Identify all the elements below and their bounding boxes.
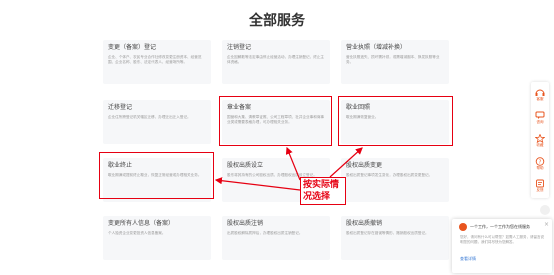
annotation-label: 按实际情况选择 xyxy=(300,177,346,205)
avatar xyxy=(459,223,467,231)
card-title: 歇业终止 xyxy=(108,162,133,169)
service-card-pledge-cancel[interactable]: 股权出质注销 出质股权解除质押后，办理股权出质注销登记。 xyxy=(222,216,330,260)
feedback-icon xyxy=(536,179,544,188)
card-desc: 营业执照遗失、损坏需补领，或需增减副本、换发执照等业务。 xyxy=(346,55,440,64)
service-card-owner-info[interactable]: 变更所有人信息（备案） 个人独资企业变更投资人信息备案。 xyxy=(103,216,211,260)
service-card-pledge-change[interactable]: 股权出质变更 股权出质登记事项发生变化，办理股权出质变更登记。 xyxy=(341,158,449,202)
sidebar-item-help[interactable]: ? 帮助 xyxy=(531,157,549,171)
service-card-license[interactable]: 营业执照（增减补换） 营业执照遗失、损坏需补领，或需增减副本、换发执照等业务。 xyxy=(341,40,449,84)
sidebar-item-label: 咨询 xyxy=(536,120,544,124)
page-title: 全部服务 xyxy=(249,13,305,29)
card-desc: 企业住所跨登记机关辖区迁移，办理迁出迁入登记。 xyxy=(108,115,191,119)
card-title: 股权出质变更 xyxy=(346,162,383,169)
card-desc: 企业因解散等法定事由停止经营活动，办理注销登记，终止主体资格。 xyxy=(227,55,325,64)
chat-popup: × 一个工作，一个工作为您在线服务 您好，请问有什么可以帮您？如需人工服务，请留… xyxy=(452,219,552,273)
card-title: 营业执照（增减补换） xyxy=(346,44,407,51)
service-card-change[interactable]: 变更（备案）登记 企业、个体户、农民专业合作社修改变更注册资本、经营范围、企业名… xyxy=(103,40,211,84)
service-card-cancel[interactable]: 注销登记 企业因解散等法定事由停止经营活动，办理注销登记，终止主体资格。 xyxy=(222,40,330,84)
card-title: 股权出质注销 xyxy=(227,220,264,227)
service-card-migrate[interactable]: 迁移登记 企业住所跨登记机关辖区迁移，办理迁出迁入登记。 xyxy=(103,100,211,144)
card-title: 股权出质设立 xyxy=(227,162,264,169)
headset-icon xyxy=(535,89,545,96)
card-desc: 股权出质登记存在错误等情形，撤销股权出质登记。 xyxy=(346,231,429,235)
svg-text:?: ? xyxy=(539,160,542,166)
sidebar-item-label: 反馈 xyxy=(536,188,544,192)
service-card-pledge-revoke[interactable]: 股权出质撤销 股权出质登记存在错误等情形，撤销股权出质登记。 xyxy=(341,216,449,260)
service-card-resume[interactable]: 歇业回照 歇业期满恢复营业。 xyxy=(341,100,449,144)
sidebar-item-consult[interactable]: 咨询 xyxy=(531,111,549,125)
card-desc: 歇业期满恢复营业。 xyxy=(346,115,379,119)
star-icon xyxy=(535,134,545,143)
card-desc: 国营和大集、清教章证照、公司工程章项、社并企业事和商事业类或需要表格办理，可办理… xyxy=(227,115,325,124)
service-card-record[interactable]: 章业备案 国营和大集、清教章证照、公司工程章项、社并企业事和商事业类或需要表格办… xyxy=(222,100,330,144)
card-title: 股权出质撤销 xyxy=(346,220,383,227)
sidebar-item-label: 收藏 xyxy=(536,143,544,147)
back-to-top-button[interactable] xyxy=(540,205,550,215)
card-desc: 个人独资企业变更投资人信息备案。 xyxy=(108,231,166,235)
card-desc: 出质股权解除质押后，办理股权出质注销登记。 xyxy=(227,231,303,235)
card-title: 变更（备案）登记 xyxy=(108,44,157,51)
service-card-terminate[interactable]: 歇业终止 歇业期满或提前终止歇业，恢复正常经营或办理相关业务。 xyxy=(103,158,211,202)
card-desc: 企业、个体户、农民专业合作社修改变更注册资本、经营范围、企业名称、股东、法定代表… xyxy=(108,55,202,64)
chat-body: 您好，请问有什么可以帮您？如需人工服务，请留言说明您的问题，我们将尽快为您解答。 xyxy=(460,235,544,244)
sidebar-item-service[interactable]: 客服 xyxy=(531,88,549,102)
card-desc: 歇业期满或提前终止歇业，恢复正常经营或办理相关业务。 xyxy=(108,173,202,177)
sidebar-item-label: 帮助 xyxy=(536,166,544,170)
chat-details-link[interactable]: 查看详情 xyxy=(460,256,552,262)
chat-icon xyxy=(535,111,545,119)
sidebar-item-favorite[interactable]: 收藏 xyxy=(531,134,549,148)
floating-sidebar: 客服 咨询 收藏 ? 帮助 反馈 xyxy=(531,82,549,198)
card-title: 迁移登记 xyxy=(108,104,133,111)
sidebar-item-label: 客服 xyxy=(536,97,544,101)
card-desc: 股权出质登记事项发生变化，办理股权出质变更登记。 xyxy=(346,173,433,177)
card-title: 歇业回照 xyxy=(346,104,371,111)
card-title: 变更所有人信息（备案） xyxy=(108,220,175,227)
card-title: 章业备案 xyxy=(227,104,252,111)
help-icon: ? xyxy=(535,157,545,166)
chat-title: 一个工作，一个工作为您在线服务 xyxy=(470,224,530,229)
sidebar-item-feedback[interactable]: 反馈 xyxy=(531,179,549,193)
card-title: 注销登记 xyxy=(227,44,252,51)
close-icon[interactable]: × xyxy=(544,222,549,228)
